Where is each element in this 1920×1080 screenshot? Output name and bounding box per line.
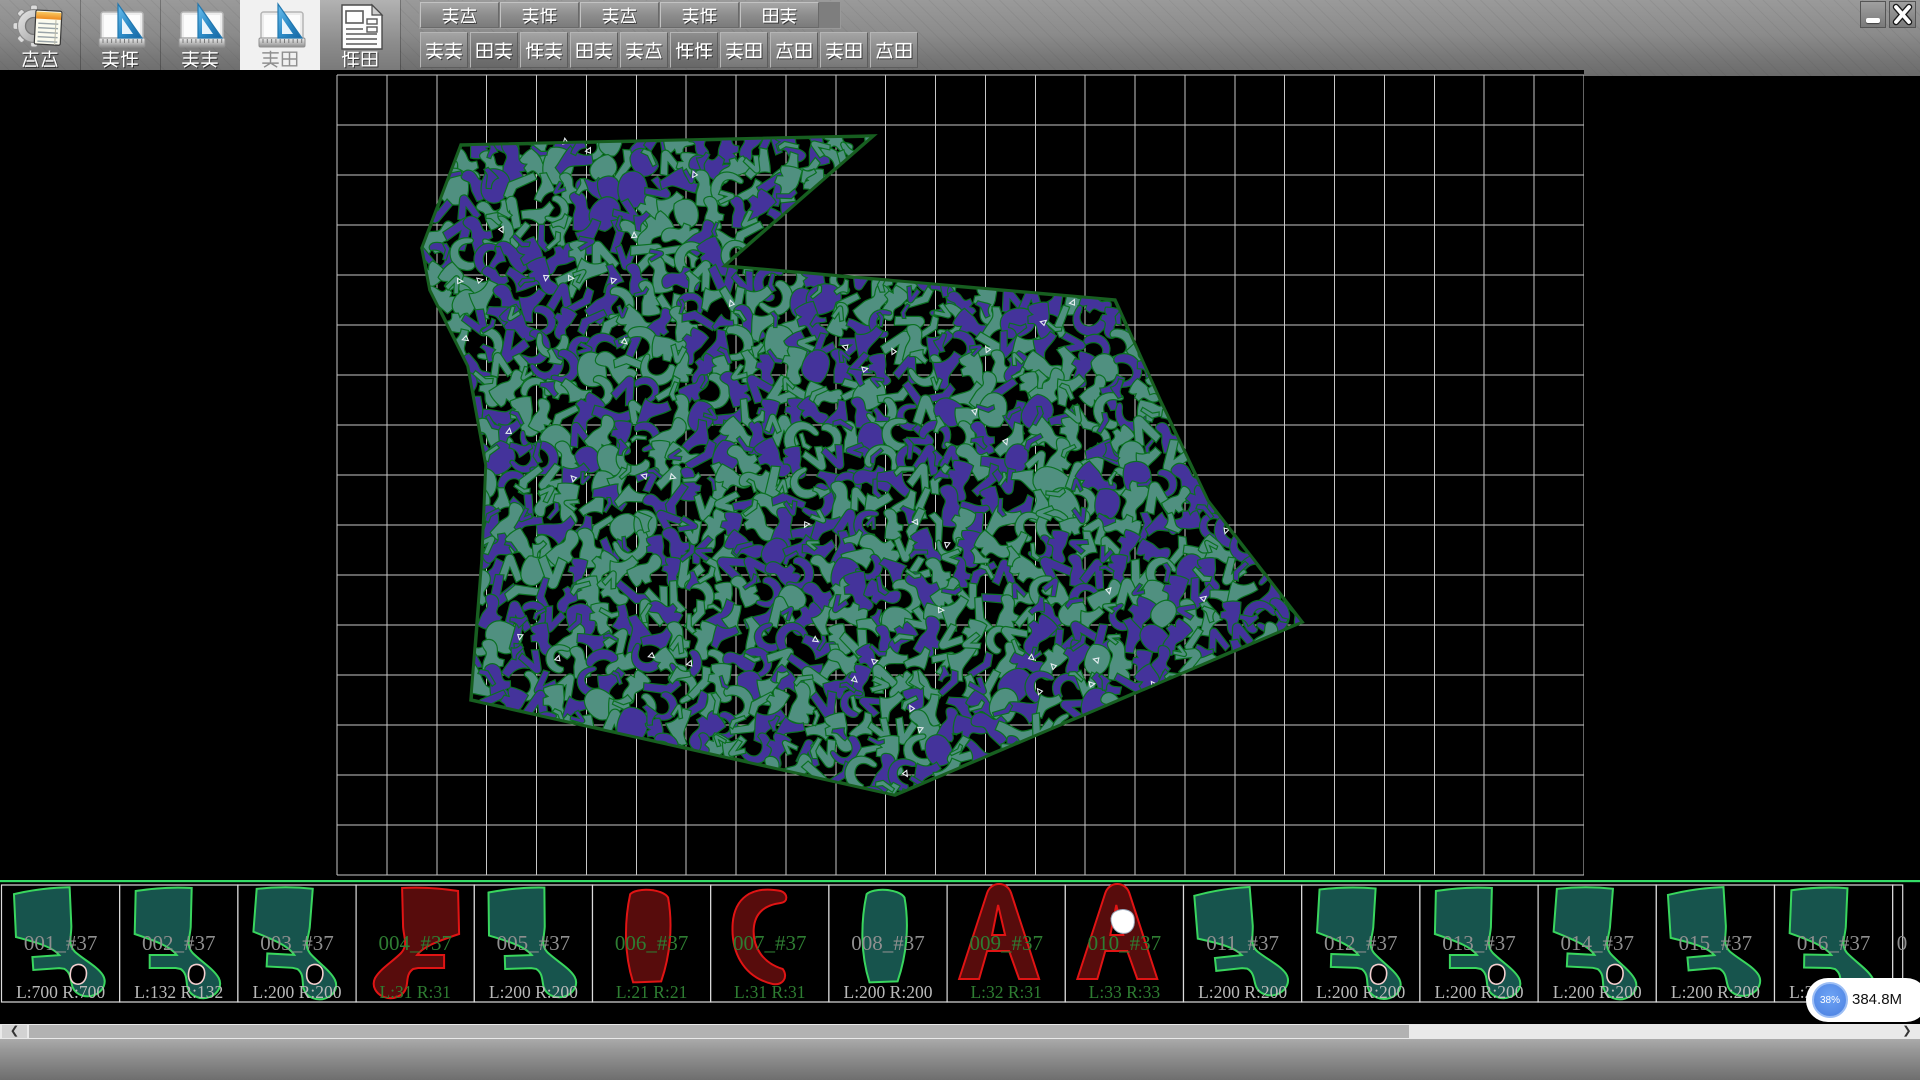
- svg-text:L:31 R:31: L:31 R:31: [379, 982, 450, 1002]
- svg-text:L:200 R:200: L:200 R:200: [1435, 982, 1524, 1002]
- svg-text:L:200 R:200: L:200 R:200: [253, 982, 342, 1002]
- svg-text:L:31 R:31: L:31 R:31: [734, 982, 805, 1002]
- svg-text:004_#37: 004_#37: [378, 931, 452, 955]
- svg-text:L:132 R:132: L:132 R:132: [134, 982, 223, 1002]
- svg-text:012_#37: 012_#37: [1324, 931, 1398, 955]
- svg-text:L:33 R:33: L:33 R:33: [1089, 982, 1161, 1002]
- svg-text:L:21 R:21: L:21 R:21: [616, 982, 687, 1002]
- svg-text:006_#37: 006_#37: [615, 931, 689, 955]
- svg-text:L:200 R:200: L:200 R:200: [1198, 982, 1287, 1002]
- svg-text:014_#37: 014_#37: [1560, 931, 1634, 955]
- svg-text:008_#37: 008_#37: [851, 931, 925, 955]
- svg-text:009_#37: 009_#37: [969, 931, 1043, 955]
- svg-text:L:200 R:200: L:200 R:200: [1553, 982, 1642, 1002]
- svg-text:003_#37: 003_#37: [260, 931, 334, 955]
- svg-text:L:200 R:200: L:200 R:200: [1671, 982, 1760, 1002]
- svg-text:L:700 R:700: L:700 R:700: [16, 982, 105, 1002]
- svg-text:015_#37: 015_#37: [1679, 931, 1753, 955]
- svg-text:L:200 R:200: L:200 R:200: [844, 982, 933, 1002]
- svg-text:001_#37: 001_#37: [24, 931, 98, 955]
- svg-text:016_#37: 016_#37: [1797, 931, 1871, 955]
- svg-text:0: 0: [1897, 931, 1908, 955]
- svg-text:010_#37: 010_#37: [1088, 931, 1162, 955]
- svg-text:011_#37: 011_#37: [1206, 931, 1279, 955]
- svg-text:007_#37: 007_#37: [733, 931, 807, 955]
- svg-text:013_#37: 013_#37: [1442, 931, 1516, 955]
- svg-text:002_#37: 002_#37: [142, 931, 216, 955]
- svg-text:005_#37: 005_#37: [497, 931, 571, 955]
- svg-text:L:200 R:200: L:200 R:200: [1316, 982, 1405, 1002]
- svg-text:L:32 R:31: L:32 R:31: [970, 982, 1041, 1002]
- svg-text:L:200 R:200: L:200 R:200: [489, 982, 578, 1002]
